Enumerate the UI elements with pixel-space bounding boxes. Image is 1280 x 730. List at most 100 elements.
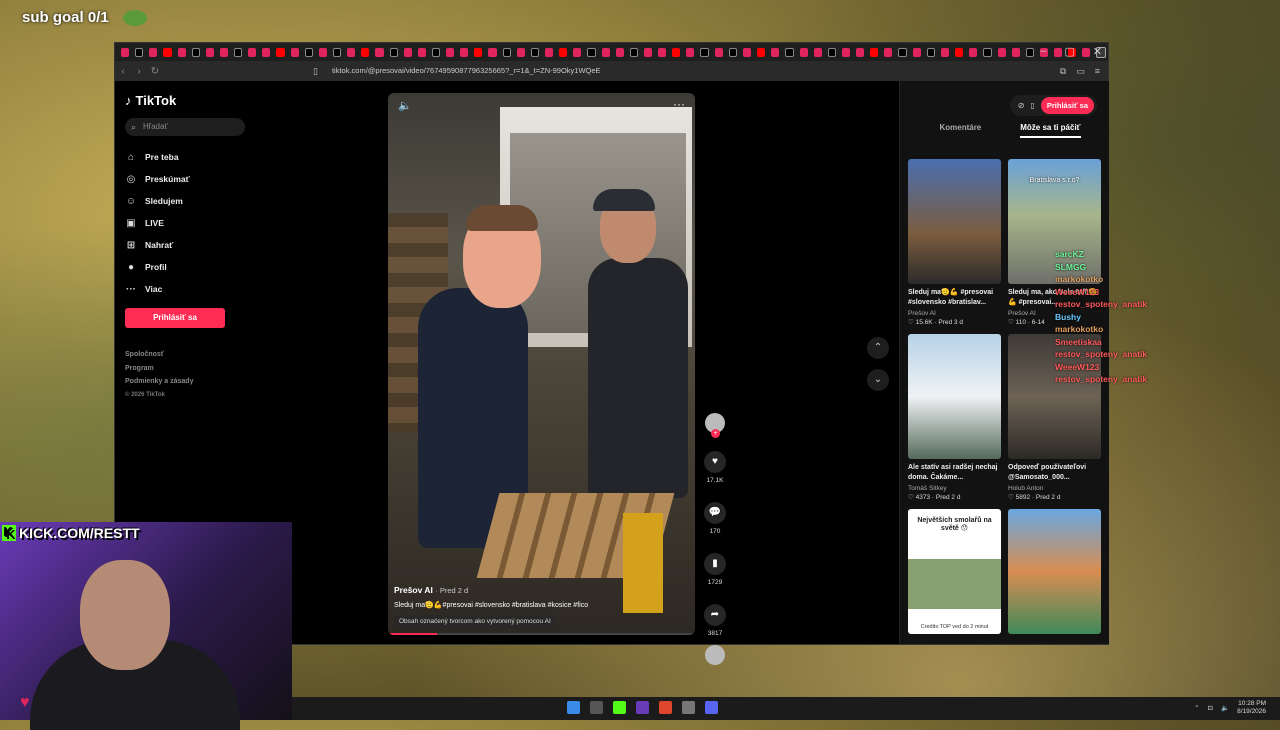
footer-link-company[interactable]: Spoločnosť [125,348,245,362]
sidebar-item-pre-teba[interactable]: ⌂ Pre teba [125,146,245,168]
browser-tab-favicon[interactable] [714,47,723,57]
browser-tab-favicon[interactable] [121,47,130,57]
kick-app-icon[interactable] [613,701,626,714]
video-card[interactable]: Největších smolařů na světě 😯 Credits:TO… [908,509,1001,634]
minimize-button[interactable]: – [1040,45,1046,58]
browser-tab-favicon[interactable] [615,47,624,57]
footer-link-terms[interactable]: Podmienky a zásady [125,375,245,389]
browser-tab-favicon[interactable] [912,47,921,57]
browser-tab-favicon[interactable] [601,47,610,57]
browser-tab-favicon[interactable] [884,47,893,57]
browser-tab-favicon[interactable] [474,47,483,57]
card-author[interactable]: Tomáš Sitkey [908,485,1001,492]
volume-tray-icon[interactable]: 🔈 [1221,704,1229,712]
video-thumbnail[interactable] [1008,509,1101,634]
video-thumbnail[interactable] [908,159,1001,284]
tab-recommended[interactable]: Môže sa ti páčiť [1020,123,1081,138]
browser-tab-favicon[interactable] [573,47,582,57]
browser-tab-favicon[interactable] [290,47,299,57]
bookmark-save-icon[interactable]: ▮ [704,553,726,575]
video-more-icon[interactable]: ··· [673,97,685,111]
video-thumbnail[interactable]: Největších smolařů na světě 😯 Credits:TO… [908,509,1001,634]
follow-plus-icon[interactable]: + [711,429,720,438]
menu-icon[interactable]: ≡ [1095,66,1100,77]
sidebar-item-preskumat[interactable]: ◎ Preskúmať [125,168,245,190]
browser-tab-favicon[interactable] [234,47,243,57]
browser-tab-favicon[interactable] [332,47,342,57]
creator-avatar[interactable]: + [705,413,725,438]
close-button[interactable]: ✕ [1093,45,1102,58]
footer-link-program[interactable]: Program [125,362,245,376]
browser-tab-favicon[interactable] [191,47,200,57]
obs-icon[interactable] [636,701,649,714]
sound-disc-icon[interactable] [705,645,725,665]
browser-tab-favicon[interactable] [658,47,667,57]
sidebar-item-sledujem[interactable]: ☺ Sledujem [125,190,245,212]
next-video-button[interactable]: ⌄ [867,369,889,391]
clock[interactable]: 10:28 PM 8/19/2026 [1237,700,1266,716]
browser-tab-favicon[interactable] [813,47,822,57]
tiktok-logo[interactable]: ♪ TikTok [125,93,245,108]
browser-tab-favicon[interactable] [347,47,356,57]
browser-tab-favicon[interactable] [304,47,313,57]
volume-icon[interactable]: 🔈 [398,99,412,112]
browser-tab-favicon[interactable] [276,47,285,57]
browser-tab-favicon[interactable] [955,47,964,57]
previous-video-button[interactable]: ⌃ [867,337,889,359]
reload-icon[interactable]: ↻ [147,66,163,77]
brave-browser-icon[interactable] [659,701,672,714]
browser-tab-favicon[interactable] [417,47,426,57]
browser-tab-favicon[interactable] [135,47,144,57]
browser-tab-favicon[interactable] [672,47,681,57]
sidebar-item-live[interactable]: ▣ LIVE [125,212,245,234]
browser-tab-favicon[interactable] [318,47,327,57]
browser-tab-favicon[interactable] [757,47,766,57]
browser-tab-favicon[interactable] [177,47,186,57]
browser-tab-favicon[interactable] [856,47,865,57]
card-author[interactable]: Prešov AI [908,310,1001,317]
tab-comments[interactable]: Komentáre [939,123,981,138]
browser-tab-favicon[interactable] [389,47,398,57]
browser-tab-favicon[interactable] [898,47,907,57]
browser-tab-favicon[interactable] [700,47,709,57]
browser-tab-favicon[interactable] [403,47,412,57]
like-icon[interactable]: ♥ [704,451,726,473]
browser-tab-favicon[interactable] [629,47,639,57]
browser-tab-favicon[interactable] [827,47,837,57]
coins-icon[interactable]: ⊘ [1018,101,1025,110]
comment-icon[interactable]: 💬 [704,502,726,524]
maximize-button[interactable]: ▢ [1064,45,1074,58]
browser-tab-favicon[interactable] [785,47,794,57]
browser-tab-favicon[interactable] [431,47,441,57]
video-author[interactable]: Prešov AI · Pred 2 d [394,585,684,595]
browser-tab-favicon[interactable] [587,47,596,57]
video-card[interactable] [1008,509,1101,634]
video-thumbnail[interactable] [908,334,1001,459]
extension-icon[interactable]: ⧉ [1060,66,1066,77]
sidebar-item-profil[interactable]: ● Profil [125,256,245,278]
browser-tab-favicon[interactable] [743,47,752,57]
browser-tab-favicon[interactable] [502,47,511,57]
network-icon[interactable]: ⊡ [1208,704,1213,712]
forward-icon[interactable]: › [131,66,147,77]
video-progress-bar[interactable] [388,633,695,635]
browser-tab-favicon[interactable] [870,47,879,57]
sidebar-item-viac[interactable]: ··· Viac [125,278,245,300]
browser-tab-favicon[interactable] [983,47,992,57]
browser-tab-favicon[interactable] [219,47,229,57]
header-login-button[interactable]: Prihlásiť sa [1040,97,1094,114]
discord-icon[interactable] [705,701,718,714]
browser-tab-favicon[interactable] [149,47,158,57]
card-author[interactable]: Holub Anton [1008,485,1101,492]
browser-tab-favicon[interactable] [460,47,469,57]
sidebar-item-nahrat[interactable]: ⊞ Nahrať [125,234,245,256]
video-card[interactable]: Ale statív asi radšej nechaj doma. Čakám… [908,334,1001,501]
browser-tab-favicon[interactable] [262,47,271,57]
browser-tab-favicon[interactable] [686,47,695,57]
sidebar-toggle-icon[interactable]: ▭ [1076,66,1085,77]
video-player[interactable]: 🔈 ··· Prešov AI · Pred 2 d Sleduj ma🫡💪#p… [388,93,695,635]
tray-chevron-icon[interactable]: ⌃ [1194,704,1199,712]
browser-tab-favicon[interactable] [1025,47,1034,57]
browser-tab-favicon[interactable] [375,47,384,57]
browser-tab-favicon[interactable] [205,47,214,57]
